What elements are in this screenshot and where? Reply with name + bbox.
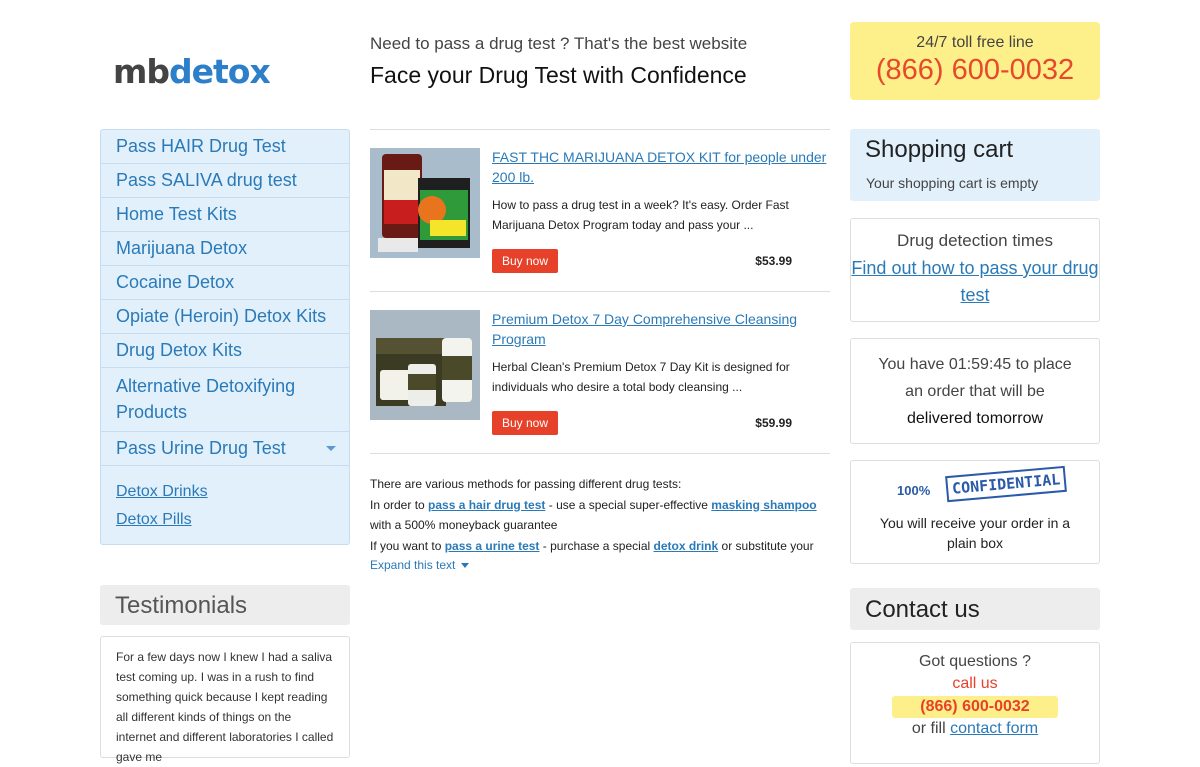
- intro-text-fragment: - use a special super-effective: [545, 497, 712, 512]
- product-link-premium-detox[interactable]: Premium Detox 7 Day Comprehensive Cleans…: [492, 311, 797, 347]
- contact-box: Got questions ? call us (866) 600-0032 o…: [850, 642, 1100, 764]
- contact-title: Contact us: [865, 596, 980, 623]
- contact-or-fill-text: or fill: [911, 720, 951, 737]
- nav-item-drug-detox-kits[interactable]: Drug Detox Kits: [101, 334, 349, 368]
- confidential-stamp: CONFIDENTIAL: [945, 465, 1068, 503]
- confidential-text: You will receive your order in a plain b…: [879, 515, 1071, 551]
- confidential-box: 100% CONFIDENTIAL You will receive your …: [850, 460, 1100, 564]
- chevron-down-icon[interactable]: [326, 446, 336, 451]
- nav-item-hair-test[interactable]: Pass HAIR Drug Test: [101, 130, 349, 164]
- intro-text-fragment: - purchase a special: [539, 538, 654, 553]
- product-image-thc-kit[interactable]: [370, 148, 480, 258]
- cart-title: Shopping cart: [865, 136, 1014, 163]
- toll-free-number[interactable]: (866) 600-0032: [850, 54, 1100, 87]
- category-nav: Pass HAIR Drug Test Pass SALIVA drug tes…: [100, 129, 350, 545]
- urine-test-link[interactable]: pass a urine test: [445, 539, 540, 553]
- testimonial-text: For a few days now I knew I had a saliva…: [116, 650, 334, 764]
- divider: [370, 129, 830, 130]
- testimonials-header: Testimonials: [100, 585, 350, 625]
- toll-free-box: 24/7 toll free line (866) 600-0032: [850, 22, 1100, 100]
- nav-sub-detox-drinks[interactable]: Detox Drinks: [116, 478, 334, 506]
- shopping-cart-panel: Shopping cart Your shopping cart is empt…: [850, 129, 1100, 201]
- intro-text-fragment: or substitute your: [718, 538, 814, 553]
- intro-line: There are various methods for passing di…: [370, 477, 682, 491]
- product-link-thc-kit[interactable]: FAST THC MARIJUANA DETOX KIT for people …: [492, 149, 826, 185]
- cart-status: Your shopping cart is empty: [866, 175, 1039, 191]
- intro-line: with a 500% moneyback guarantee: [370, 518, 558, 532]
- nav-item-urine-test-label: Pass Urine Drug Test: [116, 438, 286, 458]
- nav-item-saliva-test[interactable]: Pass SALIVA drug test: [101, 164, 349, 198]
- chevron-down-icon: [461, 563, 470, 569]
- detection-title: Drug detection times: [897, 231, 1053, 250]
- page-headline: Face your Drug Test with Confidence: [370, 62, 747, 88]
- detection-link[interactable]: Find out how to pass your drug test: [851, 258, 1098, 305]
- nav-item-marijuana-detox[interactable]: Marijuana Detox: [101, 232, 349, 266]
- contact-form-link[interactable]: contact form: [950, 720, 1038, 737]
- contact-call-us: call us: [952, 675, 998, 692]
- intro-text-fragment: In order to: [370, 497, 429, 512]
- intro-text-fragment: If you want to: [370, 538, 445, 553]
- nav-item-opiate-detox[interactable]: Opiate (Heroin) Detox Kits: [101, 300, 349, 334]
- logo-detox: detox: [169, 52, 271, 91]
- buy-now-button[interactable]: Buy now: [492, 411, 558, 435]
- logo-mb: mb: [113, 52, 170, 91]
- confidential-badge: 100% CONFIDENTIAL: [851, 461, 1099, 511]
- confidential-percent: 100%: [897, 483, 931, 498]
- buy-now-button[interactable]: Buy now: [492, 249, 558, 273]
- intro-text: There are various methods for passing di…: [370, 474, 830, 556]
- nav-item-alternative-products[interactable]: Alternative Detoxifying Products: [101, 368, 349, 432]
- detox-drink-link[interactable]: detox drink: [654, 539, 719, 553]
- divider: [370, 291, 830, 292]
- contact-header: Contact us: [850, 588, 1100, 630]
- divider: [370, 453, 830, 454]
- header-tagline: Need to pass a drug test ? That's the be…: [370, 34, 748, 53]
- timer-line: an order that will be: [905, 383, 1045, 400]
- intro-line: If you want to pass a urine test - purch…: [370, 536, 830, 557]
- product-image-premium-detox[interactable]: [370, 310, 480, 420]
- intro-line: In order to pass a hair drug test - use …: [370, 495, 830, 516]
- testimonials-title: Testimonials: [115, 592, 248, 619]
- expand-text-label: Expand this text: [370, 558, 456, 572]
- timer-line: You have 01:59:45 to place: [878, 356, 1072, 373]
- site-logo[interactable]: mbdetox: [113, 52, 271, 91]
- product-title[interactable]: Premium Detox 7 Day Comprehensive Cleans…: [492, 309, 832, 349]
- nav-sub-detox-pills[interactable]: Detox Pills: [116, 506, 334, 534]
- product-title[interactable]: FAST THC MARIJUANA DETOX KIT for people …: [492, 147, 832, 187]
- product-description: How to pass a drug test in a week? It's …: [492, 198, 789, 232]
- expand-text-toggle[interactable]: Expand this text: [370, 558, 470, 572]
- contact-questions: Got questions ?: [918, 653, 1032, 670]
- nav-item-urine-test[interactable]: Pass Urine Drug Test: [101, 432, 349, 466]
- detection-times-box: Drug detection times Find out how to pas…: [850, 218, 1100, 322]
- nav-item-cocaine-detox[interactable]: Cocaine Detox: [101, 266, 349, 300]
- hair-test-link[interactable]: pass a hair drug test: [428, 498, 545, 512]
- timer-line: delivered tomorrow: [906, 410, 1044, 427]
- product-price: $59.99: [755, 416, 792, 430]
- nav-item-home-test-kits[interactable]: Home Test Kits: [101, 198, 349, 232]
- nav-sub-list: Detox Drinks Detox Pills: [101, 466, 349, 544]
- contact-phone[interactable]: (866) 600-0032: [892, 696, 1058, 718]
- masking-shampoo-link[interactable]: masking shampoo: [711, 498, 816, 512]
- product-price: $53.99: [755, 254, 792, 268]
- product-description: Herbal Clean's Premium Detox 7 Day Kit i…: [492, 360, 790, 394]
- contact-or-fill: or fill contact form: [851, 720, 1099, 738]
- toll-free-label: 24/7 toll free line: [916, 34, 1034, 51]
- delivery-timer-box: You have 01:59:45 to place an order that…: [850, 338, 1100, 444]
